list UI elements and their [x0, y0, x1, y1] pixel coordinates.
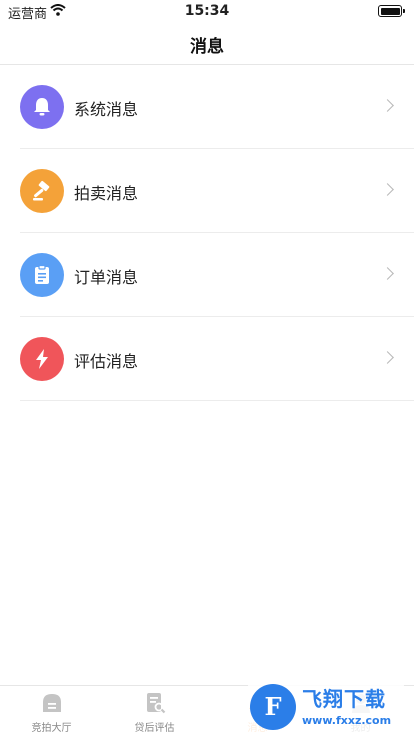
status-bar: 运营商 15:34 [0, 0, 414, 22]
lightning-icon [20, 337, 64, 381]
watermark-url: www.fxxz.com [302, 714, 392, 727]
chevron-right-icon [381, 267, 394, 280]
report-search-icon [144, 692, 166, 714]
tab-label: 竞拍大厅 [31, 723, 72, 734]
chevron-right-icon [381, 183, 394, 196]
bell-icon [20, 85, 64, 129]
message-row-order[interactable]: 订单消息 [20, 233, 414, 317]
message-row-label: 订单消息 [74, 268, 139, 287]
battery-icon [378, 5, 405, 17]
watermark-title: 飞翔下载 [302, 687, 386, 711]
clipboard-icon [20, 253, 64, 297]
message-row-label: 系统消息 [74, 100, 139, 119]
message-row-system[interactable]: 系统消息 [20, 65, 414, 149]
chevron-right-icon [381, 99, 394, 112]
watermark-emblem: F [250, 684, 296, 730]
nav-bar: 消息 [0, 22, 414, 65]
tab-auction-hall[interactable]: 竞拍大厅 [0, 686, 103, 736]
tab-post-loan-evaluation[interactable]: 贷后评估 [103, 686, 206, 736]
tab-label: 贷后评估 [134, 723, 175, 734]
hall-icon [41, 692, 63, 714]
message-row-auction[interactable]: 拍卖消息 [20, 149, 414, 233]
gavel-icon [20, 169, 64, 213]
clock-time: 15:34 [184, 3, 230, 19]
message-row-label: 拍卖消息 [74, 184, 139, 203]
message-row-evaluation[interactable]: 评估消息 [20, 317, 414, 401]
watermark-logo: F 飞翔下载 www.fxxz.com [248, 680, 404, 736]
chevron-right-icon [381, 351, 394, 364]
message-list: 系统消息 拍卖消息 订单消息 评估消息 [0, 65, 414, 401]
page-title: 消息 [190, 37, 224, 57]
message-row-label: 评估消息 [74, 352, 139, 371]
